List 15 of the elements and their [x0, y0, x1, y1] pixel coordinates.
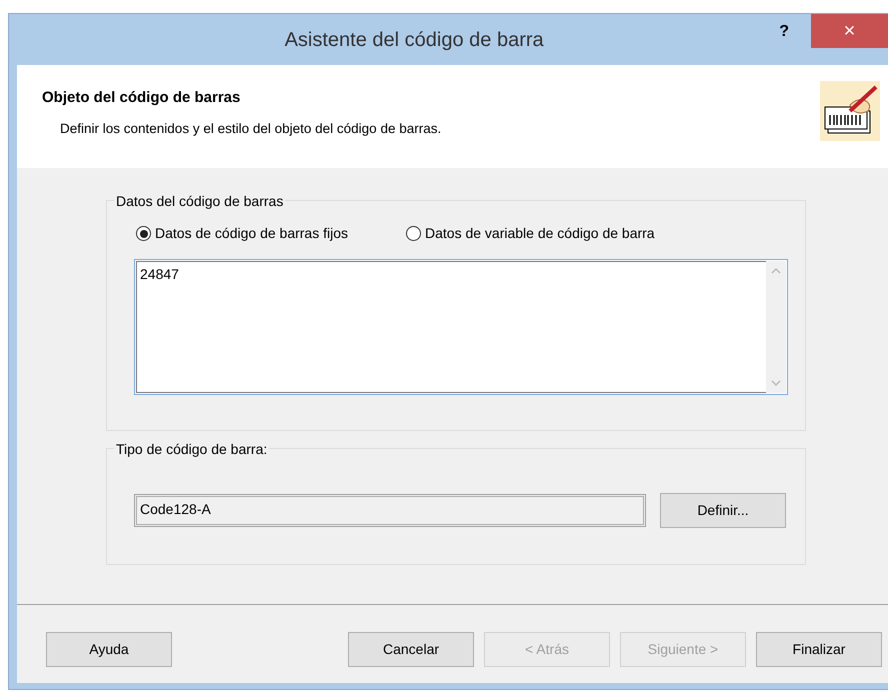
wizard-button[interactable]: Finalizar — [756, 632, 882, 667]
barcode-type-field: Code128-A — [134, 494, 646, 527]
radio-icon[interactable] — [406, 226, 421, 241]
radio-option[interactable]: Datos de código de barras fijos — [136, 223, 348, 244]
page-title: Objeto del código de barras — [42, 88, 242, 108]
define-button[interactable]: Definir... — [660, 493, 786, 528]
help-button[interactable]: ? — [779, 20, 789, 44]
radio-option[interactable]: Datos de variable de código de barra — [406, 223, 655, 244]
window-title: Asistente del código de barra — [284, 28, 545, 52]
page-description: Definir los contenidos y el estilo del objeto del código de barras. — [59, 120, 442, 138]
wizard-button[interactable]: Cancelar — [348, 632, 474, 667]
close-button[interactable]: × — [811, 14, 888, 48]
radio-icon[interactable] — [136, 226, 151, 241]
barcode-pen-icon — [820, 81, 880, 141]
wizard-button[interactable]: Ayuda — [46, 632, 172, 667]
